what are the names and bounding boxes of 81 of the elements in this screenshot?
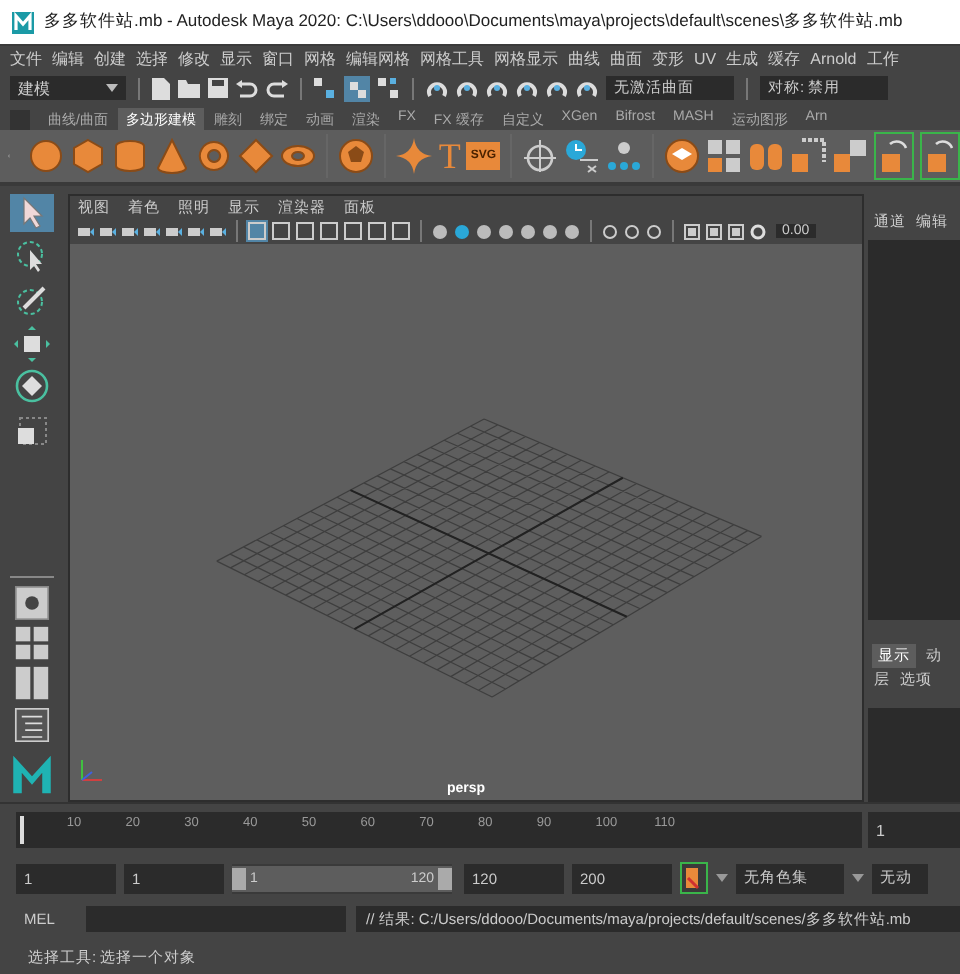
window-title: 多多软件站.mb - Autodesk Maya 2020: C:\Users\ddooo\Documents\maya\projects\default\scenes\多多软件站.mb — [44, 10, 903, 34]
light-icon[interactable] — [624, 223, 640, 239]
current-time-marker[interactable] — [20, 816, 24, 844]
camera-tool-icon[interactable] — [166, 223, 182, 239]
refresh-cube-icon[interactable] — [920, 132, 960, 180]
menu-item[interactable]: 修改 — [178, 47, 210, 69]
app-logo-icon — [12, 11, 34, 33]
diamond-icon[interactable] — [238, 138, 275, 174]
outliner-layout-icon[interactable] — [12, 707, 52, 742]
magnet-icon[interactable] — [486, 77, 508, 99]
new-file-icon[interactable] — [152, 77, 170, 99]
barrels-icon[interactable] — [748, 138, 784, 174]
crosshair-icon[interactable] — [522, 138, 558, 174]
magnet-icon[interactable] — [576, 77, 598, 99]
menu-item[interactable]: 曲线 — [568, 47, 600, 69]
folder-icon[interactable] — [178, 79, 200, 97]
camera-tool-icon[interactable] — [122, 223, 138, 239]
camera-tool-icon[interactable] — [144, 223, 160, 239]
magnet-icon[interactable] — [546, 77, 568, 99]
maya-logo-icon — [8, 753, 56, 794]
menu-item[interactable]: 网格 — [304, 47, 336, 69]
magnet-icon[interactable] — [516, 77, 538, 99]
camera-tool-icon[interactable] — [100, 223, 116, 239]
tiles-icon[interactable] — [832, 138, 868, 174]
menu-item[interactable]: 生成 — [726, 47, 759, 69]
menu-item[interactable]: 窗口 — [262, 47, 294, 69]
single-view-layout-icon[interactable] — [12, 586, 52, 621]
mode-dropdown[interactable]: 建模 — [10, 76, 126, 100]
light-icon[interactable] — [602, 223, 618, 239]
menu-item[interactable]: 工作 — [866, 47, 899, 69]
refresh-cube-icon[interactable] — [874, 132, 914, 180]
camera-tool-icon[interactable] — [210, 223, 226, 239]
menu-item[interactable]: 网格显示 — [494, 47, 558, 69]
magnet-icon[interactable] — [426, 77, 448, 99]
menu-item[interactable]: 缓存 — [768, 47, 801, 69]
command-input[interactable] — [86, 906, 346, 932]
tiles-icon[interactable] — [790, 138, 826, 174]
cube-icon[interactable] — [70, 138, 107, 174]
menu-item[interactable]: 曲面 — [610, 47, 642, 69]
rotate-tool[interactable] — [10, 368, 54, 406]
torus-icon[interactable] — [196, 138, 233, 174]
camera-tool-icon[interactable] — [188, 223, 204, 239]
soccer-ball-icon[interactable] — [338, 138, 375, 174]
save-icon[interactable] — [208, 78, 228, 98]
auto-key-icon[interactable] — [680, 862, 708, 894]
object-select-icon[interactable] — [344, 75, 370, 101]
undo-icon[interactable] — [236, 79, 258, 97]
move-tool[interactable] — [10, 324, 54, 362]
light-icon[interactable] — [646, 223, 662, 239]
caret-icon — [106, 84, 118, 92]
menu-item[interactable]: 编辑 — [52, 47, 84, 69]
menu-item[interactable]: 变形 — [652, 47, 684, 69]
menu-item[interactable]: Arnold — [810, 49, 857, 67]
magnet-icon[interactable] — [456, 77, 478, 99]
select-tool[interactable] — [10, 194, 54, 232]
menu-item[interactable]: 选择 — [136, 47, 168, 69]
layers-icon[interactable] — [664, 138, 700, 174]
cone-icon[interactable] — [154, 138, 191, 174]
caret-icon[interactable] — [716, 874, 728, 882]
menu-item[interactable]: 显示 — [220, 47, 252, 69]
redo-icon[interactable] — [266, 79, 288, 97]
clock-icon[interactable] — [564, 138, 600, 174]
four-view-layout-icon[interactable] — [12, 626, 52, 661]
camera-tool-icon[interactable] — [78, 223, 94, 239]
menu-item[interactable]: 编辑网格 — [346, 47, 410, 69]
caret-icon[interactable] — [852, 874, 864, 882]
axis-gizmo-icon — [78, 756, 106, 784]
points-icon[interactable] — [606, 138, 642, 174]
menu-item[interactable]: 网格工具 — [420, 47, 484, 69]
menu-item[interactable]: 创建 — [94, 47, 126, 69]
sphere-icon[interactable] — [28, 138, 65, 174]
cylinder-icon[interactable] — [112, 138, 149, 174]
gear-icon[interactable] — [750, 223, 766, 239]
menu-item[interactable]: UV — [694, 49, 717, 67]
grid-blocks-icon[interactable] — [706, 138, 742, 174]
hierarchy-select-icon[interactable] — [314, 77, 336, 99]
two-view-layout-icon[interactable] — [12, 666, 52, 701]
sparkle-icon[interactable] — [396, 138, 433, 174]
current-frame-field[interactable]: 1 — [868, 812, 960, 848]
component-select-icon[interactable] — [378, 77, 400, 99]
menu-item[interactable]: 文件 — [10, 47, 42, 69]
